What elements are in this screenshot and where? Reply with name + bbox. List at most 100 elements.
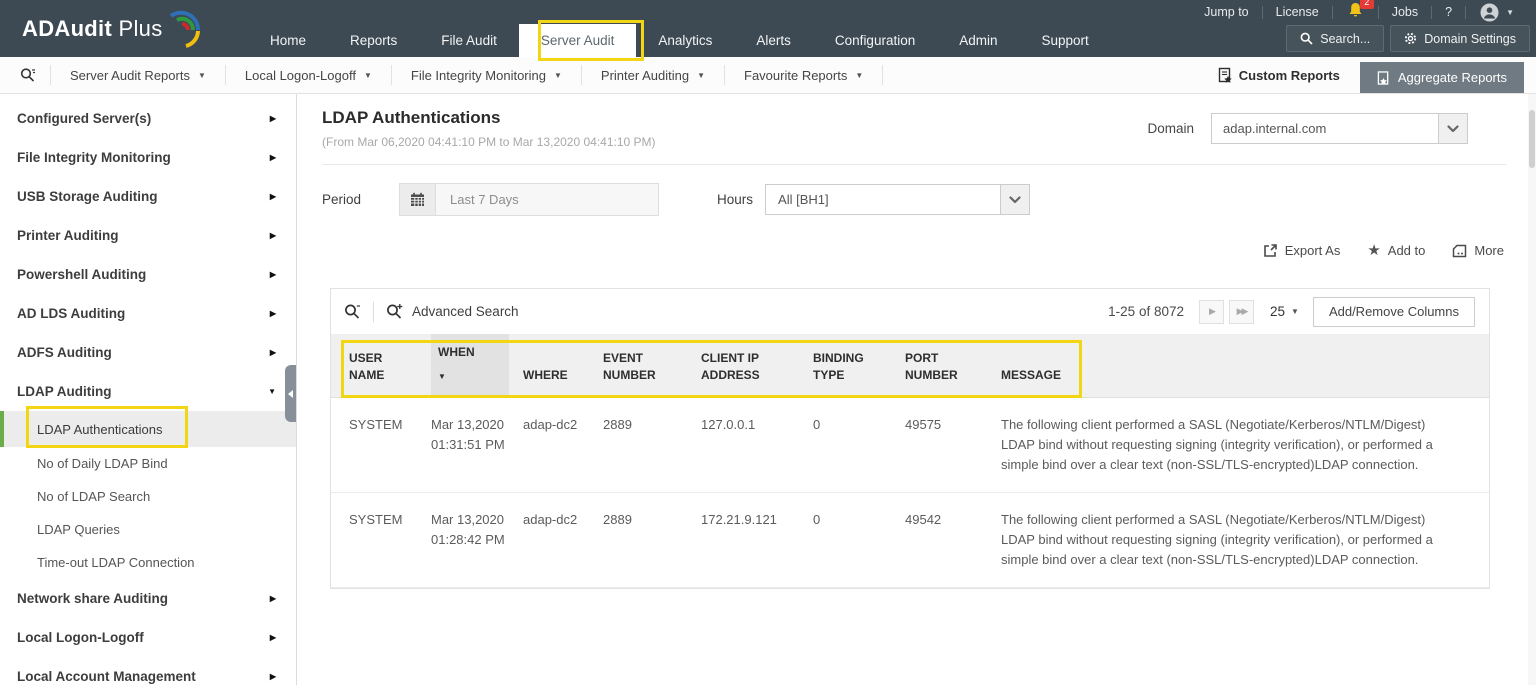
chevron-right-icon: ▶ (270, 114, 276, 123)
column-search-toggle[interactable] (344, 303, 361, 320)
nav-reports[interactable]: Reports (328, 24, 419, 57)
more-label: More (1474, 243, 1504, 258)
hours-select[interactable]: All [BH1] (765, 184, 1001, 215)
export-as-button[interactable]: Export As (1263, 243, 1341, 258)
pagination-range: 1-25 of 8072 (1108, 304, 1184, 319)
add-to-button[interactable]: ★ Add to (1367, 243, 1425, 258)
sidebar-item-usb-storage-auditing[interactable]: USB Storage Auditing ▶ (0, 177, 296, 216)
chevron-left-icon (288, 390, 293, 398)
nav-admin[interactable]: Admin (937, 24, 1019, 57)
cell-client-ip: 172.21.9.121 (701, 510, 813, 530)
notifications-bell[interactable]: 2 (1333, 2, 1378, 23)
app-logo[interactable]: ADAudit Plus (22, 8, 203, 52)
chevron-down-icon: ▼ (1291, 307, 1299, 316)
chevron-right-icon: ▶ (270, 153, 276, 162)
column-header-client-ip[interactable]: CLIENT IP ADDRESS (701, 340, 813, 397)
sidebar-collapse-handle[interactable] (285, 365, 296, 422)
aggregate-reports-button[interactable]: Aggregate Reports (1360, 62, 1524, 93)
menu-printer-auditing[interactable]: Printer Auditing ▼ (582, 57, 724, 93)
aggregate-reports-label: Aggregate Reports (1398, 70, 1507, 85)
sidebar-item-network-share-auditing[interactable]: Network share Auditing ▶ (0, 579, 296, 618)
menu-favourite-reports[interactable]: Favourite Reports ▼ (725, 57, 882, 93)
table-header-row: USER NAME WHEN ▼ WHERE EVENT NUMBER CLIE… (331, 334, 1489, 398)
global-search-label: Search... (1320, 32, 1370, 46)
page-size-dropdown[interactable]: 25 ▼ (1270, 304, 1299, 319)
column-header-event-number[interactable]: EVENT NUMBER (603, 340, 701, 397)
calendar-button[interactable] (400, 184, 436, 215)
column-header-where[interactable]: WHERE (523, 357, 603, 397)
column-header-port-number[interactable]: PORT NUMBER (905, 340, 1001, 397)
sidebar-item-local-account-management[interactable]: Local Account Management ▶ (0, 657, 296, 696)
page-size-value: 25 (1270, 304, 1285, 319)
nav-support[interactable]: Support (1020, 24, 1111, 57)
domain-select[interactable]: adap.internal.com (1211, 113, 1439, 144)
sidebar-item-label: File Integrity Monitoring (17, 150, 171, 165)
page-scrollbar-thumb[interactable] (1529, 110, 1535, 168)
chevron-right-icon: ▶ (270, 192, 276, 201)
sidebar-item-printer-auditing[interactable]: Printer Auditing ▶ (0, 216, 296, 255)
column-header-when[interactable]: WHEN ▼ (431, 334, 509, 397)
nav-file-audit[interactable]: File Audit (419, 24, 519, 57)
domain-value: adap.internal.com (1223, 121, 1326, 136)
cell-event-number: 2889 (603, 415, 701, 435)
column-header-message[interactable]: MESSAGE (1001, 357, 1459, 397)
jobs-link[interactable]: Jobs (1379, 5, 1431, 19)
nav-configuration[interactable]: Configuration (813, 24, 937, 57)
chevron-down-icon (1447, 125, 1459, 133)
sidebar-item-configured-servers[interactable]: Configured Server(s) ▶ (0, 99, 296, 138)
sidebar-item-label: ADFS Auditing (17, 345, 112, 360)
chevron-right-icon: ▶ (270, 348, 276, 357)
menu-server-audit-reports[interactable]: Server Audit Reports ▼ (51, 57, 225, 93)
sidebar-item-no-of-daily-ldap-bind[interactable]: No of Daily LDAP Bind (0, 447, 296, 480)
custom-reports-button[interactable]: Custom Reports (1198, 57, 1360, 93)
hours-select-caret-button[interactable] (1000, 184, 1030, 215)
advanced-search-button[interactable]: Advanced Search (386, 303, 519, 320)
nav-server-audit[interactable]: Server Audit (519, 24, 637, 57)
sidebar-item-label: Configured Server(s) (17, 111, 151, 126)
cell-port-number: 49575 (905, 415, 1001, 435)
table-row: SYSTEM Mar 13,2020 01:31:51 PM adap-dc2 … (331, 398, 1489, 493)
user-menu[interactable]: ▼ (1466, 3, 1524, 22)
sidebar-item-local-logon-logoff[interactable]: Local Logon-Logoff ▶ (0, 618, 296, 657)
column-header-user-name[interactable]: USER NAME (349, 340, 431, 397)
cell-where: adap-dc2 (523, 510, 603, 530)
last-page-button[interactable]: ▶▶ (1229, 300, 1254, 324)
nav-alerts[interactable]: Alerts (734, 24, 813, 57)
sidebar-item-file-integrity-monitoring[interactable]: File Integrity Monitoring ▶ (0, 138, 296, 177)
global-search-button[interactable]: Search... (1286, 25, 1384, 52)
page-title: LDAP Authentications (322, 108, 656, 128)
table-row: SYSTEM Mar 13,2020 01:28:42 PM adap-dc2 … (331, 493, 1489, 588)
domain-settings-button[interactable]: Domain Settings (1390, 25, 1530, 52)
sidebar-item-timeout-ldap-connection[interactable]: Time-out LDAP Connection (0, 546, 296, 579)
nav-analytics[interactable]: Analytics (636, 24, 734, 57)
next-page-button[interactable]: ▶ (1199, 300, 1224, 324)
column-header-binding-type[interactable]: BINDING TYPE (813, 340, 905, 397)
sidebar-subitem-label: No of Daily LDAP Bind (37, 456, 168, 471)
sidebar-item-powershell-auditing[interactable]: Powershell Auditing ▶ (0, 255, 296, 294)
sidebar-item-ldap-auditing[interactable]: LDAP Auditing ▼ (0, 372, 296, 411)
page-scrollbar (1528, 94, 1536, 685)
more-button[interactable]: More (1452, 243, 1504, 258)
avatar-icon (1480, 3, 1499, 22)
chevron-down-icon: ▼ (554, 71, 562, 80)
period-value[interactable]: Last 7 Days (436, 184, 658, 215)
menu-local-logon-logoff[interactable]: Local Logon-Logoff ▼ (226, 57, 391, 93)
period-picker[interactable]: Last 7 Days (399, 183, 659, 216)
nav-home[interactable]: Home (248, 24, 328, 57)
sidebar-item-ldap-queries[interactable]: LDAP Queries (0, 513, 296, 546)
cell-binding-type: 0 (813, 510, 905, 530)
domain-select-caret-button[interactable] (1438, 113, 1468, 144)
sidebar-item-no-of-ldap-search[interactable]: No of LDAP Search (0, 480, 296, 513)
sidebar-item-ldap-authentications[interactable]: LDAP Authentications (0, 411, 296, 447)
add-remove-columns-button[interactable]: Add/Remove Columns (1313, 297, 1475, 327)
menu-file-integrity-monitoring[interactable]: File Integrity Monitoring ▼ (392, 57, 581, 93)
sidebar-item-adfs-auditing[interactable]: ADFS Auditing ▶ (0, 333, 296, 372)
help-link[interactable]: ? (1432, 5, 1465, 19)
sidebar-item-ad-lds-auditing[interactable]: AD LDS Auditing ▶ (0, 294, 296, 333)
content-area: Configured Server(s) ▶ File Integrity Mo… (0, 94, 1536, 685)
chevron-right-icon: ▶ (270, 231, 276, 240)
license-link[interactable]: License (1263, 5, 1332, 19)
jump-to-link[interactable]: Jump to (1191, 5, 1261, 19)
report-search-toggle[interactable] (0, 57, 50, 93)
main-nav: Home Reports File Audit Server Audit Ana… (0, 24, 1536, 57)
